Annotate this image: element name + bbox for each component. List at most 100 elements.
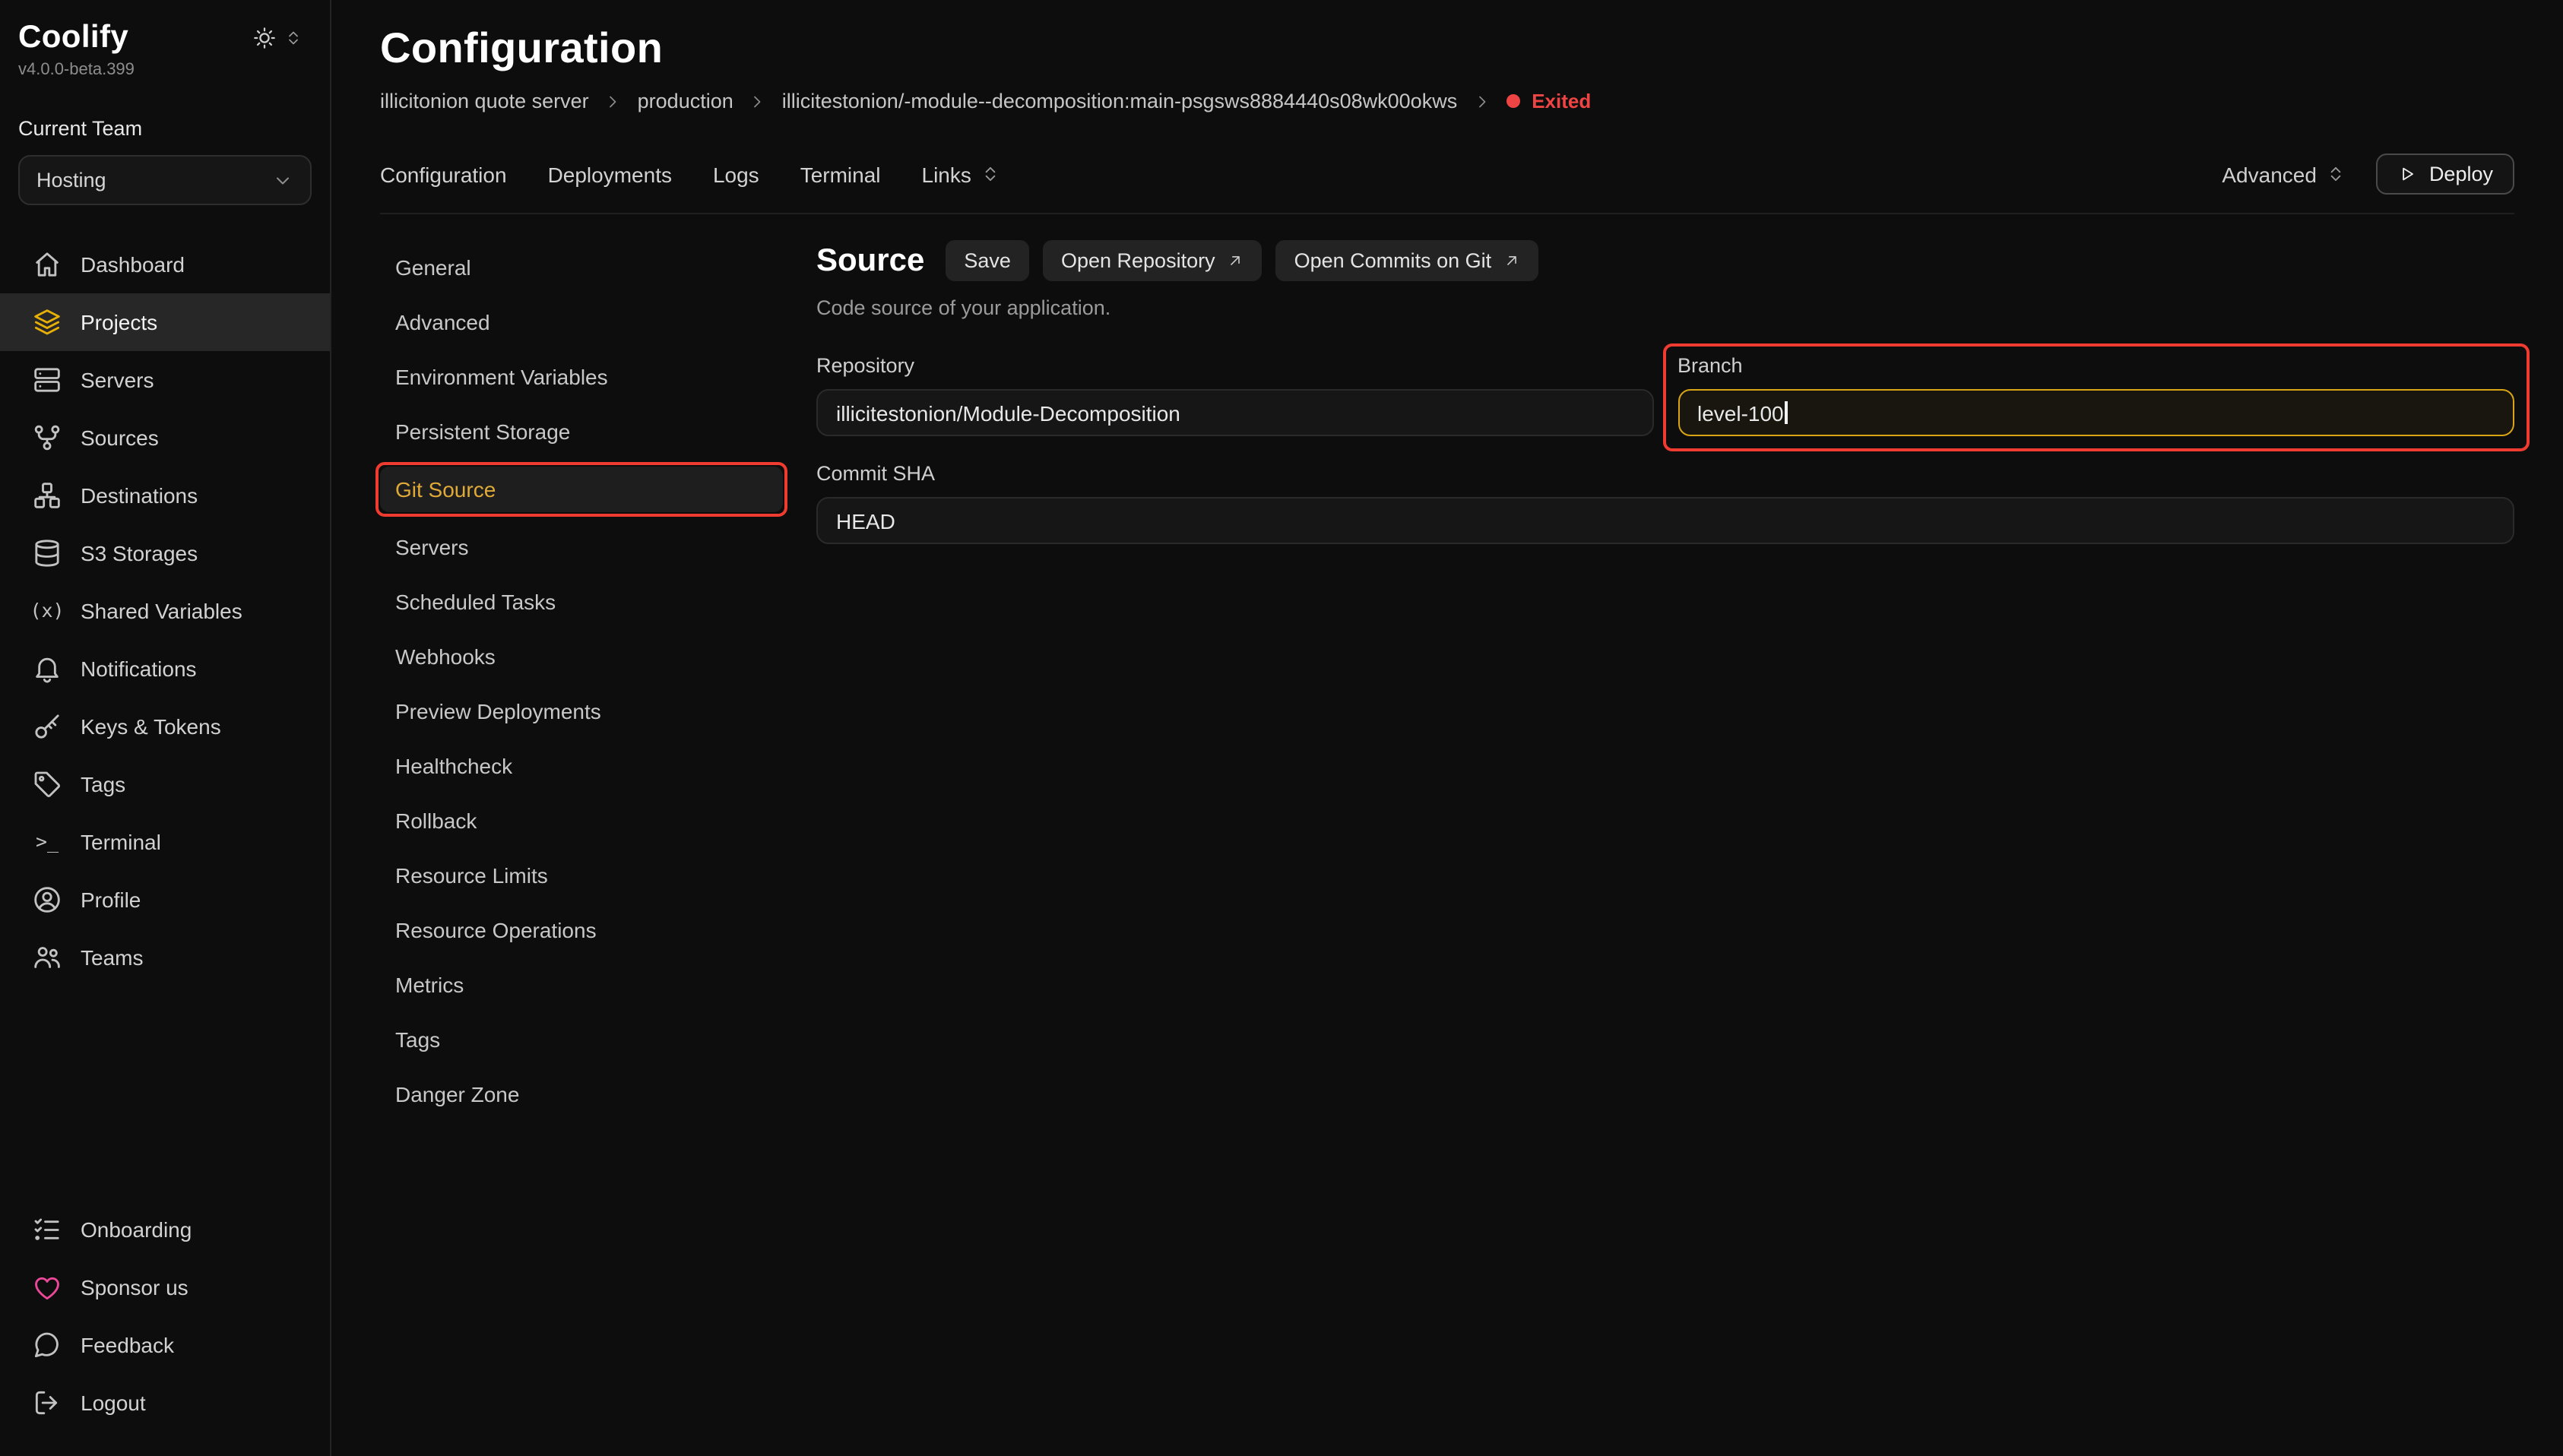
breadcrumb-project[interactable]: illicitonion quote server: [380, 90, 589, 112]
sidebar-item-servers[interactable]: Servers: [18, 351, 312, 409]
save-label: Save: [964, 249, 1011, 272]
subnav-item-danger-zone[interactable]: Danger Zone: [380, 1067, 783, 1122]
advanced-dropdown[interactable]: Advanced: [2222, 162, 2346, 186]
tab-configuration[interactable]: Configuration: [380, 162, 507, 186]
team-select-value: Hosting: [36, 169, 106, 191]
users-icon: [32, 942, 62, 973]
sidebar-item-label: Projects: [81, 310, 157, 334]
deploy-button[interactable]: Deploy: [2376, 154, 2514, 195]
sidebar-footer: Onboarding Sponsor us Feedback Logout: [18, 1201, 312, 1432]
sidebar-item-sponsor[interactable]: Sponsor us: [18, 1258, 312, 1316]
tab-links-label: Links: [922, 162, 971, 186]
save-button[interactable]: Save: [946, 240, 1029, 281]
config-subnav: General Advanced Environment Variables P…: [380, 240, 783, 1456]
text-cursor: [1785, 401, 1788, 424]
subnav-item-general[interactable]: General: [380, 240, 783, 295]
database-icon: [32, 538, 62, 568]
sidebar: Coolify v4.0.0-beta.399 Current Team Hos…: [0, 0, 331, 1456]
subnav-item-healthcheck[interactable]: Healthcheck: [380, 739, 783, 793]
subnav-item-advanced[interactable]: Advanced: [380, 295, 783, 350]
sidebar-item-teams[interactable]: Teams: [18, 929, 312, 986]
team-select[interactable]: Hosting: [18, 155, 312, 205]
branch-input[interactable]: level-100: [1678, 389, 2514, 436]
tab-logs[interactable]: Logs: [713, 162, 759, 186]
chevron-right-icon: [1472, 92, 1491, 110]
external-link-icon: [1503, 252, 1520, 269]
source-heading: Source: [816, 242, 924, 279]
sidebar-nav: Dashboard Projects Servers Sources Desti…: [18, 236, 312, 986]
subnav-item-tags[interactable]: Tags: [380, 1012, 783, 1067]
repository-label: Repository: [816, 354, 1653, 377]
subnav-item-rollback[interactable]: Rollback: [380, 793, 783, 848]
sidebar-item-label: Destinations: [81, 483, 198, 508]
open-commits-button[interactable]: Open Commits on Git: [1276, 240, 1539, 281]
subnav-item-environment-variables[interactable]: Environment Variables: [380, 350, 783, 404]
sidebar-item-label: Shared Variables: [81, 599, 242, 623]
boxes-icon: [32, 480, 62, 511]
tabbar: Configuration Deployments Logs Terminal …: [380, 154, 2514, 214]
chevron-right-icon: [604, 92, 623, 110]
open-repository-button[interactable]: Open Repository: [1043, 240, 1262, 281]
advanced-label: Advanced: [2222, 162, 2317, 186]
subnav-item-metrics[interactable]: Metrics: [380, 957, 783, 1012]
variable-icon: (x): [32, 596, 62, 626]
sidebar-item-feedback[interactable]: Feedback: [18, 1316, 312, 1374]
subnav-item-git-source[interactable]: Git Source: [380, 467, 783, 512]
subnav-item-webhooks[interactable]: Webhooks: [380, 629, 783, 684]
sidebar-item-dashboard[interactable]: Dashboard: [18, 236, 312, 293]
sidebar-item-tags[interactable]: Tags: [18, 755, 312, 813]
chevron-right-icon: [749, 92, 767, 110]
branch-value: level-100: [1697, 400, 1784, 425]
tab-links[interactable]: Links: [922, 162, 1000, 186]
sidebar-item-projects[interactable]: Projects: [0, 293, 330, 351]
theme-switcher[interactable]: [252, 26, 312, 50]
subnav-item-persistent-storage[interactable]: Persistent Storage: [380, 404, 783, 459]
breadcrumb-application[interactable]: illicitestonion/-module--decomposition:m…: [782, 90, 1457, 112]
breadcrumb: illicitonion quote server production ill…: [380, 90, 2514, 112]
sidebar-item-label: Onboarding: [81, 1217, 192, 1242]
subnav-item-preview-deployments[interactable]: Preview Deployments: [380, 684, 783, 739]
sidebar-item-onboarding[interactable]: Onboarding: [18, 1201, 312, 1258]
main-content: Configuration illicitonion quote server …: [331, 0, 2563, 1456]
sidebar-item-label: Servers: [81, 368, 154, 392]
source-header: Source Save Open Repository Open Commits…: [816, 240, 2514, 281]
repository-input[interactable]: [816, 389, 1653, 436]
subnav-item-scheduled-tasks[interactable]: Scheduled Tasks: [380, 574, 783, 629]
tabbar-right: Advanced Deploy: [2222, 154, 2514, 195]
configuration-content: General Advanced Environment Variables P…: [380, 240, 2514, 1456]
open-commits-label: Open Commits on Git: [1294, 249, 1492, 272]
status-dot-icon: [1506, 94, 1519, 108]
sidebar-item-label: Dashboard: [81, 252, 185, 277]
breadcrumb-environment[interactable]: production: [638, 90, 733, 112]
branch-field-wrapper: Branch level-100: [1678, 354, 2514, 436]
status-text: Exited: [1532, 90, 1591, 112]
sidebar-item-notifications[interactable]: Notifications: [18, 640, 312, 698]
brand-row: Coolify: [18, 20, 312, 56]
sidebar-item-destinations[interactable]: Destinations: [18, 467, 312, 524]
layers-icon: [32, 307, 62, 337]
commit-sha-input[interactable]: [816, 497, 2514, 544]
tab-terminal[interactable]: Terminal: [800, 162, 881, 186]
subnav-item-servers[interactable]: Servers: [380, 520, 783, 574]
bell-icon: [32, 654, 62, 684]
sidebar-item-profile[interactable]: Profile: [18, 871, 312, 929]
sidebar-item-s3-storages[interactable]: S3 Storages: [18, 524, 312, 582]
chevron-updown-icon[interactable]: [284, 29, 303, 47]
tag-icon: [32, 769, 62, 799]
commit-sha-label: Commit SHA: [816, 462, 2514, 485]
sidebar-item-sources[interactable]: Sources: [18, 409, 312, 467]
branch-label: Branch: [1678, 354, 2514, 377]
sidebar-item-label: Logout: [81, 1391, 146, 1415]
subnav-item-resource-operations[interactable]: Resource Operations: [380, 903, 783, 957]
sidebar-item-keys-tokens[interactable]: Keys & Tokens: [18, 698, 312, 755]
sidebar-item-shared-variables[interactable]: (x) Shared Variables: [18, 582, 312, 640]
sun-icon[interactable]: [252, 26, 277, 50]
sidebar-item-label: Tags: [81, 772, 125, 796]
tab-deployments[interactable]: Deployments: [548, 162, 672, 186]
sidebar-item-logout[interactable]: Logout: [18, 1374, 312, 1432]
sidebar-item-label: Sponsor us: [81, 1275, 189, 1299]
subnav-item-resource-limits[interactable]: Resource Limits: [380, 848, 783, 903]
git-source-panel: Source Save Open Repository Open Commits…: [816, 240, 2514, 1456]
chevron-updown-icon: [981, 164, 1000, 184]
sidebar-item-terminal[interactable]: >_ Terminal: [18, 813, 312, 871]
